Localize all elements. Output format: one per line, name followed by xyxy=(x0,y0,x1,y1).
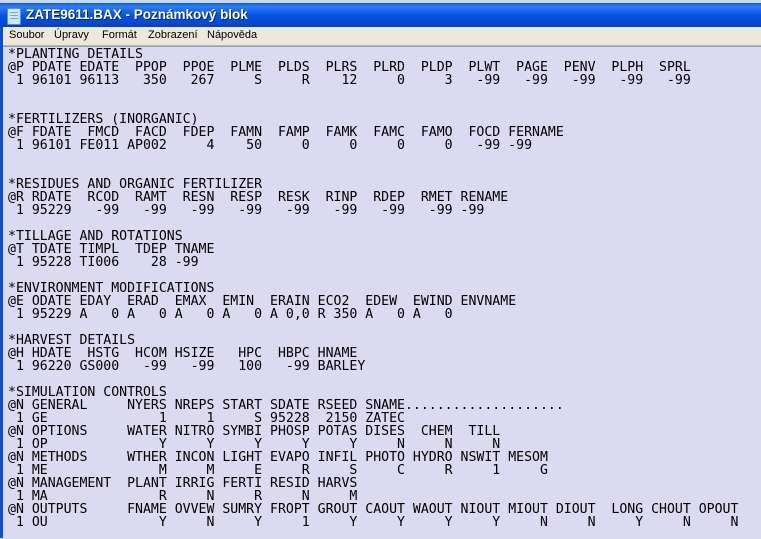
text-line xyxy=(8,87,738,100)
menu-napoveda[interactable]: Nápověda xyxy=(207,29,257,41)
title-bar[interactable]: ZATE9611.BAX - Poznámkový blok xyxy=(0,3,761,27)
notepad-icon[interactable] xyxy=(7,8,21,25)
text-content[interactable]: *PLANTING DETAILS @P PDATE EDATE PPOP PPO… xyxy=(8,48,738,529)
text-line: 1 OU Y N Y 1 Y Y Y Y N N Y N N xyxy=(8,515,739,530)
window-title: ZATE9611.BAX - Poznámkový blok xyxy=(26,7,248,22)
menu-soubor[interactable]: Soubor xyxy=(9,29,44,41)
menu-bar: Soubor Úpravy Formát Zobrazení Nápověda xyxy=(0,27,761,46)
menu-upravy[interactable]: Úpravy xyxy=(54,29,89,41)
menu-format[interactable]: Formát xyxy=(102,29,137,41)
text-line: 1 96101 96113 350 267 S R 12 0 3 -99 -99… xyxy=(8,73,691,88)
text-line: 1 95229 -99 -99 -99 -99 -99 -99 -99 -99 … xyxy=(8,203,485,218)
text-line: 1 96101 FE011 AP002 4 50 0 0 0 0 -99 -99 xyxy=(8,138,533,153)
text-editor[interactable]: *PLANTING DETAILS @P PDATE EDATE PPOP PPO… xyxy=(3,46,761,539)
text-line: 1 95229 A 0 A 0 A 0 A 0 A 0,0 R 350 A 0 … xyxy=(8,307,453,322)
text-line xyxy=(8,152,738,165)
text-line: 1 96220 GS000 -99 -99 100 -99 BARLEY xyxy=(8,359,366,374)
menu-zobrazeni[interactable]: Zobrazení xyxy=(148,29,198,41)
text-line: 1 95228 TI006 28 -99 xyxy=(8,255,199,270)
